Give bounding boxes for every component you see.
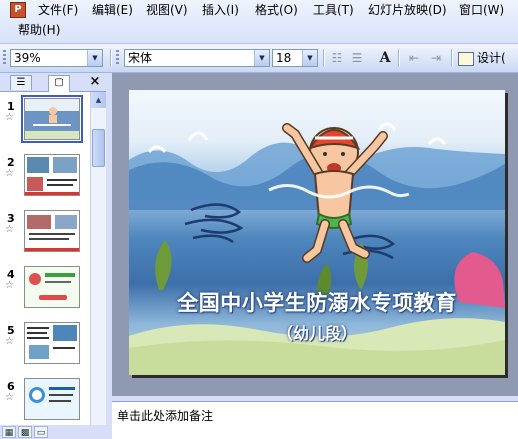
animation-star-icon: ☆ <box>5 224 14 235</box>
font-name-value: 宋体 <box>128 51 153 65</box>
toolbar-separator <box>110 49 112 67</box>
thumbnail-scrollbar[interactable]: ▲ <box>90 92 106 425</box>
design-button[interactable]: 设计( <box>458 49 506 67</box>
slide-subtitle[interactable]: （幼儿段） <box>129 320 505 344</box>
slide-thumbnail-list: 1 ☆ 2 ☆ 3 ☆ 4 ☆ 5 ☆ 6 ☆ <box>0 92 90 425</box>
slide-thumbnail[interactable] <box>24 322 80 364</box>
toolbar-separator <box>398 49 400 67</box>
menu-view[interactable]: 视图(V) <box>146 1 188 19</box>
grow-font-icon[interactable]: A <box>377 50 393 66</box>
bullets-icon[interactable]: ☰ <box>349 50 365 66</box>
slide-thumbnail[interactable] <box>24 154 80 196</box>
toolbar-grip-2[interactable] <box>116 50 119 66</box>
slide-thumbnail[interactable] <box>24 210 80 252</box>
toolbar-separator <box>451 49 453 67</box>
animation-star-icon: ☆ <box>5 168 14 179</box>
font-name-dropdown-arrow-icon[interactable]: ▼ <box>254 50 269 66</box>
slide-3-thumbnail-image <box>25 211 79 251</box>
view-mode-bar: ▦ ▩ ▭ <box>0 425 106 438</box>
notes-placeholder[interactable]: 单击此处添加备注 <box>117 407 213 424</box>
zoom-dropdown-arrow-icon[interactable]: ▼ <box>87 50 102 66</box>
increase-indent-icon[interactable]: ⇥ <box>428 50 444 66</box>
menu-window[interactable]: 窗口(W) <box>459 1 504 19</box>
app-document-icon[interactable]: P <box>10 2 26 18</box>
menu-edit[interactable]: 编辑(E) <box>92 1 133 19</box>
scroll-up-arrow-icon[interactable]: ▲ <box>91 92 106 108</box>
zoom-value: 39% <box>14 51 41 65</box>
toolbar-grip[interactable] <box>3 50 6 66</box>
zoom-combo[interactable]: 39% ▼ <box>10 49 103 67</box>
slideshow-view-icon[interactable]: ▭ <box>34 426 48 438</box>
notes-pane[interactable]: 单击此处添加备注 <box>112 401 518 439</box>
menu-file[interactable]: 文件(F) <box>38 1 78 19</box>
slide-4-thumbnail-image <box>25 267 79 307</box>
scrollbar-thumb[interactable] <box>92 129 105 167</box>
slide-5-thumbnail-image <box>25 323 79 363</box>
animation-star-icon: ☆ <box>5 280 14 291</box>
list-item[interactable]: 2 ☆ <box>0 154 90 204</box>
slide-thumbnail[interactable] <box>24 266 80 308</box>
animation-star-icon: ☆ <box>5 112 14 123</box>
font-size-value: 18 <box>276 51 292 65</box>
tab-slides[interactable]: ▢ <box>48 75 70 92</box>
numbering-icon[interactable]: ☷ <box>329 50 345 66</box>
font-name-combo[interactable]: 宋体 ▼ <box>124 49 270 67</box>
list-item[interactable]: 1 ☆ <box>0 95 90 148</box>
panel-tabs: ☰ ▢ × <box>0 73 106 92</box>
list-item[interactable]: 4 ☆ <box>0 266 90 316</box>
tab-outline[interactable]: ☰ <box>10 75 32 90</box>
animation-star-icon: ☆ <box>5 392 14 403</box>
menu-insert[interactable]: 插入(I) <box>202 1 239 19</box>
slide-thumbnail[interactable] <box>24 378 80 420</box>
slide-thumbnail[interactable] <box>21 95 83 143</box>
slide-2-thumbnail-image <box>25 155 79 195</box>
list-item[interactable]: 3 ☆ <box>0 210 90 260</box>
toolbar-separator <box>323 49 325 67</box>
current-slide[interactable]: 全国中小学生防溺水专项教育 （幼儿段） <box>129 90 505 375</box>
normal-view-icon[interactable]: ▦ <box>2 426 16 438</box>
font-size-dropdown-arrow-icon[interactable]: ▼ <box>302 50 317 66</box>
slide-6-thumbnail-image <box>25 379 79 419</box>
animation-star-icon: ☆ <box>5 336 14 347</box>
menu-tools[interactable]: 工具(T) <box>313 1 354 19</box>
slide-1-thumbnail-image <box>25 99 79 139</box>
list-item[interactable]: 5 ☆ <box>0 322 90 372</box>
font-size-combo[interactable]: 18 ▼ <box>272 49 318 67</box>
design-icon <box>458 51 474 66</box>
menu-bar: P 文件(F) 编辑(E) 视图(V) 插入(I) 格式(O) 工具(T) 幻灯… <box>0 0 518 42</box>
formatting-toolbar: 39% ▼ 宋体 ▼ 18 ▼ ☷ ☰ A ⇤ ⇥ 设计( <box>0 43 518 73</box>
menu-format[interactable]: 格式(O) <box>255 1 298 19</box>
slide-title[interactable]: 全国中小学生防溺水专项教育 <box>129 287 505 317</box>
menu-slideshow[interactable]: 幻灯片放映(D) <box>368 1 447 19</box>
design-label: 设计( <box>477 51 506 65</box>
list-item[interactable]: 6 ☆ <box>0 378 90 425</box>
slide-sorter-view-icon[interactable]: ▩ <box>18 426 32 438</box>
close-icon[interactable]: × <box>88 74 102 89</box>
decrease-indent-icon[interactable]: ⇤ <box>406 50 422 66</box>
slides-panel: ☰ ▢ × 1 ☆ 2 ☆ 3 ☆ 4 ☆ 5 ☆ 6 ☆ ▲ <box>0 73 106 425</box>
slide-editing-area: 全国中小学生防溺水专项教育 （幼儿段） <box>112 73 518 396</box>
menu-help[interactable]: 帮助(H) <box>18 21 60 39</box>
